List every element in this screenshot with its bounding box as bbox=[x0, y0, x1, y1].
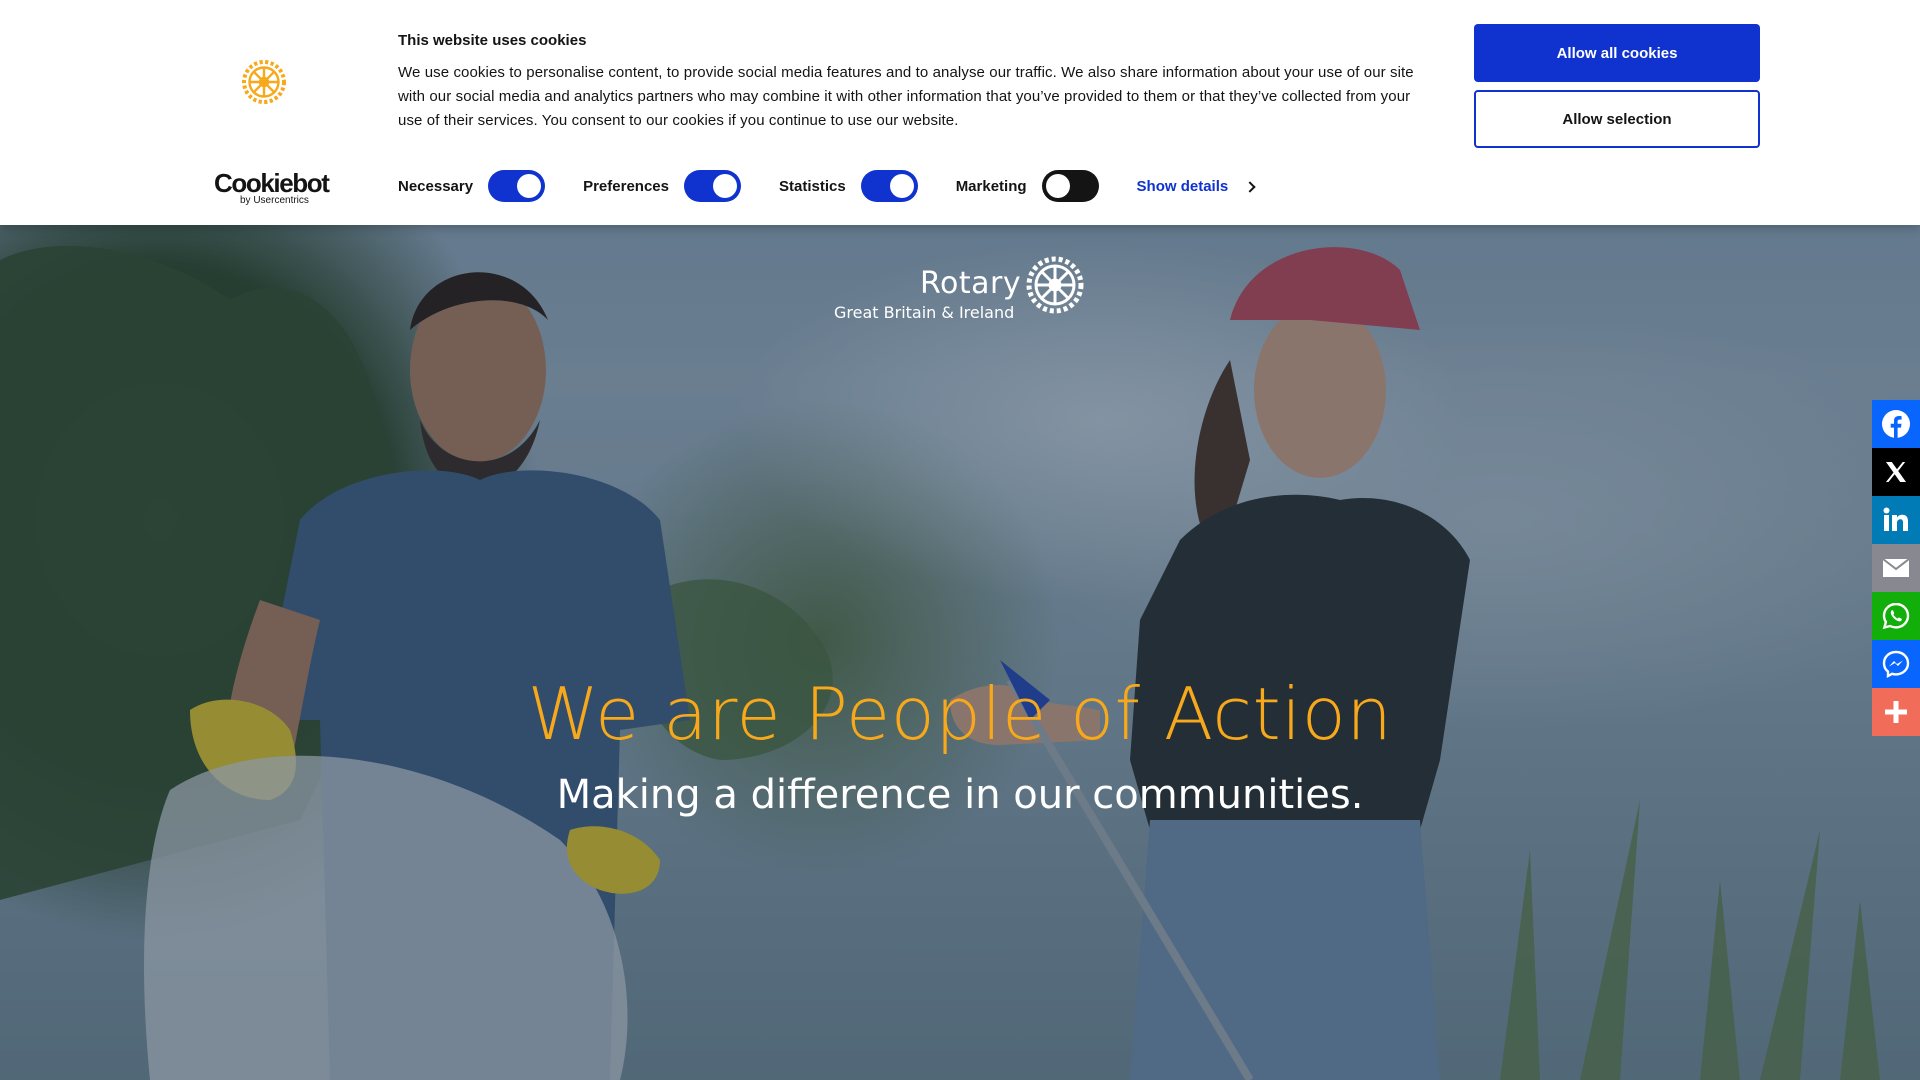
x-icon bbox=[1886, 462, 1906, 482]
chevron-right-icon bbox=[1244, 180, 1256, 193]
linkedin-icon bbox=[1883, 507, 1908, 531]
switch-knob bbox=[889, 174, 914, 198]
share-linkedin-button[interactable] bbox=[1872, 496, 1920, 544]
share-facebook-button[interactable] bbox=[1872, 400, 1920, 448]
show-details-label: Show details bbox=[1136, 177, 1229, 195]
toggle-necessary: Necessary bbox=[398, 170, 546, 202]
email-icon bbox=[1882, 558, 1910, 577]
social-share-bar bbox=[1872, 400, 1920, 736]
preferences-switch[interactable] bbox=[683, 170, 741, 202]
cookiebot-logo[interactable]: Cookiebot by Usercentrics bbox=[214, 168, 330, 206]
share-more-button[interactable] bbox=[1872, 688, 1920, 736]
whatsapp-icon bbox=[1882, 602, 1910, 630]
site-logo[interactable]: Rotary Great Britain & Ireland bbox=[834, 254, 1086, 326]
statistics-switch[interactable] bbox=[860, 170, 918, 202]
toggle-label: Statistics bbox=[778, 177, 846, 195]
share-email-button[interactable] bbox=[1872, 544, 1920, 592]
cookie-category-toggles: Necessary Preferences Statistics Marketi… bbox=[398, 170, 1256, 202]
cookie-banner-title: This website uses cookies bbox=[398, 32, 587, 49]
toggle-statistics: Statistics bbox=[779, 170, 918, 202]
switch-knob bbox=[1045, 174, 1070, 198]
allow-all-cookies-button[interactable]: Allow all cookies bbox=[1474, 24, 1760, 82]
toggle-label: Preferences bbox=[583, 177, 669, 195]
toggle-label: Marketing bbox=[955, 177, 1027, 195]
facebook-icon bbox=[1882, 410, 1910, 438]
marketing-switch[interactable] bbox=[1041, 170, 1099, 202]
cookie-consent-banner: Cookiebot by Usercentrics This website u… bbox=[0, 0, 1920, 225]
logo-subtitle: Great Britain & Ireland bbox=[834, 303, 1015, 322]
hero-title: We are People of Action bbox=[527, 672, 1393, 756]
rotary-wheel-icon bbox=[242, 60, 286, 104]
cookie-banner-text: We use cookies to personalise content, t… bbox=[398, 64, 1414, 129]
cookiebot-wordmark: Cookiebot bbox=[214, 168, 330, 198]
share-x-button[interactable] bbox=[1872, 448, 1920, 496]
toggle-marketing: Marketing bbox=[956, 170, 1099, 202]
messenger-icon bbox=[1882, 650, 1910, 679]
toggle-label: Necessary bbox=[398, 177, 474, 195]
show-details-link[interactable]: Show details bbox=[1136, 177, 1256, 195]
toggle-preferences: Preferences bbox=[583, 170, 741, 202]
share-messenger-button[interactable] bbox=[1872, 640, 1920, 688]
logo-wordmark: Rotary bbox=[920, 266, 1022, 301]
hero-subtitle: Making a difference in our communities. bbox=[556, 772, 1364, 818]
rotary-wheel-icon bbox=[1026, 256, 1084, 314]
switch-knob bbox=[712, 174, 737, 198]
more-share-icon bbox=[1885, 701, 1907, 723]
necessary-switch[interactable] bbox=[488, 170, 546, 202]
allow-selection-button[interactable]: Allow selection bbox=[1474, 90, 1760, 148]
share-whatsapp-button[interactable] bbox=[1872, 592, 1920, 640]
switch-knob bbox=[517, 174, 542, 198]
